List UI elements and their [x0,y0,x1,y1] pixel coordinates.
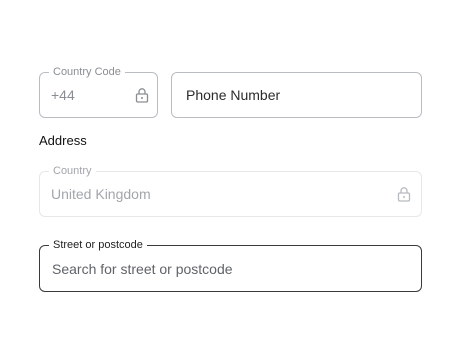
street-postcode-label: Street or postcode [49,239,147,252]
phone-number-placeholder: Phone Number [186,87,281,103]
street-postcode-input[interactable] [52,260,409,277]
country-label: Country [49,165,96,178]
lock-icon [397,187,411,202]
country-value: United Kingdom [51,186,151,202]
country-code-value: +44 [51,87,75,103]
street-postcode-field[interactable]: Street or postcode [39,239,422,292]
phone-number-field[interactable]: Phone Number [171,72,422,118]
address-heading: Address [39,133,87,148]
lock-icon [135,88,149,103]
country-code-field: Country Code +44 [39,66,158,118]
country-code-label: Country Code [49,66,125,79]
country-field: Country United Kingdom [39,165,422,217]
